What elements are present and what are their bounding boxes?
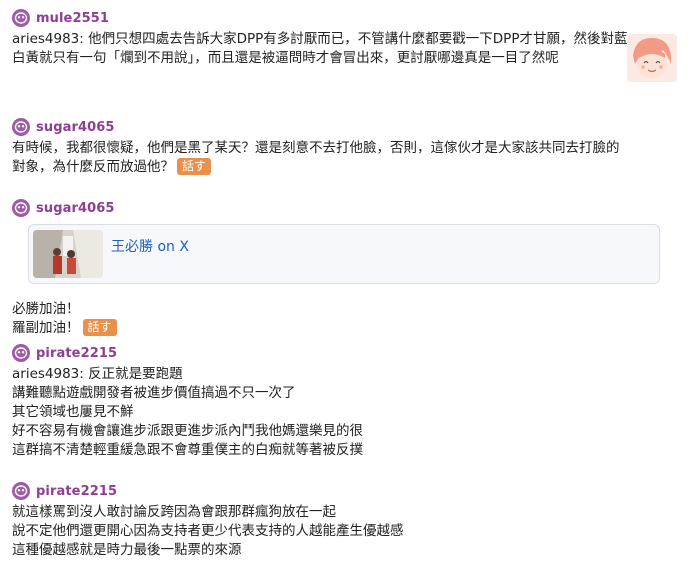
comment-line: 白黃就只有一句「爛到不用說」，而且還是被逼問時才會冒出來，更討厭哪邊真是一目了然… bbox=[12, 50, 559, 66]
comment-line: aries4983: 反正就是要跑題 bbox=[12, 366, 183, 382]
comment-header: sugar4065 bbox=[12, 117, 679, 137]
comment-header: pirate2215 bbox=[12, 481, 679, 501]
comment: pirate2215 就這樣罵到沒人敢討論反跨因為會跟那群瘋狗放在一起 說不定他… bbox=[12, 481, 679, 560]
comment-line: aries4983: 他們只想四處去告訴大家DPP有多討厭而已，不管講什麼都要戳… bbox=[12, 31, 628, 47]
username[interactable]: sugar4065 bbox=[36, 201, 115, 216]
comment: sugar4065 王必勝 on X 必勝加油！ 羅副加油！ 話す bbox=[12, 198, 679, 338]
avatar-alien-icon[interactable] bbox=[12, 118, 30, 136]
comment-line: 必勝加油！ bbox=[12, 301, 80, 317]
comment-line-with-tag: 羅副加油！ 話す bbox=[12, 319, 679, 338]
avatar-alien-icon[interactable] bbox=[12, 344, 30, 362]
username[interactable]: mule2551 bbox=[36, 11, 109, 26]
talk-tag[interactable]: 話す bbox=[177, 158, 212, 175]
comment: sugar4065 有時候，我都很懷疑，他們是黑了某天？還是刻意不去打他臉，否則… bbox=[12, 117, 679, 177]
comment-line: 講難聽點遊戲開發者被進步價值搞過不只一次了 bbox=[12, 385, 296, 401]
comment-line: 羅副加油！ bbox=[12, 320, 80, 336]
comment-body: 必勝加油！ 羅副加油！ 話す bbox=[12, 300, 679, 338]
comment: pirate2215 aries4983: 反正就是要跑題 講難聽點遊戲開發者被… bbox=[12, 343, 679, 460]
comment-header: mule2551 bbox=[12, 8, 679, 28]
comment-body: 有時候，我都很懷疑，他們是黑了某天？還是刻意不去打他臉，否則，這傢伙才是大家該共… bbox=[12, 139, 679, 177]
comment-header: sugar4065 bbox=[12, 198, 679, 218]
username[interactable]: pirate2215 bbox=[36, 484, 117, 499]
link-preview-card[interactable]: 王必勝 on X bbox=[28, 224, 660, 284]
username[interactable]: pirate2215 bbox=[36, 346, 117, 361]
comment: mule2551 aries4983: 他們只想四處去告訴大家DPP有多討厭而已… bbox=[12, 8, 679, 82]
comment-body: aries4983: 他們只想四處去告訴大家DPP有多討厭而已，不管講什麼都要戳… bbox=[12, 30, 679, 68]
comment-line: 其它領域也屢見不鮮 bbox=[12, 404, 134, 420]
talk-tag[interactable]: 話す bbox=[82, 319, 117, 336]
comment-line: 這種優越感就是時力最後一點票的來源 bbox=[12, 542, 242, 558]
comment-line: 說不定他們還更開心因為支持者更少代表支持的人越能產生優越感 bbox=[12, 523, 404, 539]
comment-line: 這群搞不清楚輕重緩急跟不會尊重僕主的白痴就等著被反撲 bbox=[12, 442, 363, 458]
comment-header: pirate2215 bbox=[12, 343, 679, 363]
comment-body: aries4983: 反正就是要跑題 講難聽點遊戲開發者被進步價值搞過不只一次了… bbox=[12, 365, 679, 460]
comment-thread: mule2551 aries4983: 他們只想四處去告訴大家DPP有多討厭而已… bbox=[0, 0, 691, 575]
username[interactable]: sugar4065 bbox=[36, 120, 115, 135]
avatar-alien-icon[interactable] bbox=[12, 199, 30, 217]
comment-line: 有時候，我都很懷疑，他們是黑了某天？還是刻意不去打他臉，否則，這傢伙才是大家該共… bbox=[12, 140, 620, 156]
comment-line: 對象，為什麼反而放過他？ bbox=[12, 159, 174, 175]
comment-line: 好不容易有機會讓進步派跟更進步派內鬥我他媽還樂見的很 bbox=[12, 423, 363, 439]
sticker-image bbox=[627, 34, 677, 82]
link-preview-title[interactable]: 王必勝 on X bbox=[111, 236, 189, 256]
comment-body: 就這樣罵到沒人敢討論反跨因為會跟那群瘋狗放在一起 說不定他們還更開心因為支持者更… bbox=[12, 503, 679, 560]
link-preview-thumbnail bbox=[33, 230, 103, 278]
comment-line-with-tag: 對象，為什麼反而放過他？ 話す bbox=[12, 158, 679, 177]
avatar-alien-icon[interactable] bbox=[12, 9, 30, 27]
avatar-alien-icon[interactable] bbox=[12, 482, 30, 500]
comment-line: 就這樣罵到沒人敢討論反跨因為會跟那群瘋狗放在一起 bbox=[12, 504, 336, 520]
